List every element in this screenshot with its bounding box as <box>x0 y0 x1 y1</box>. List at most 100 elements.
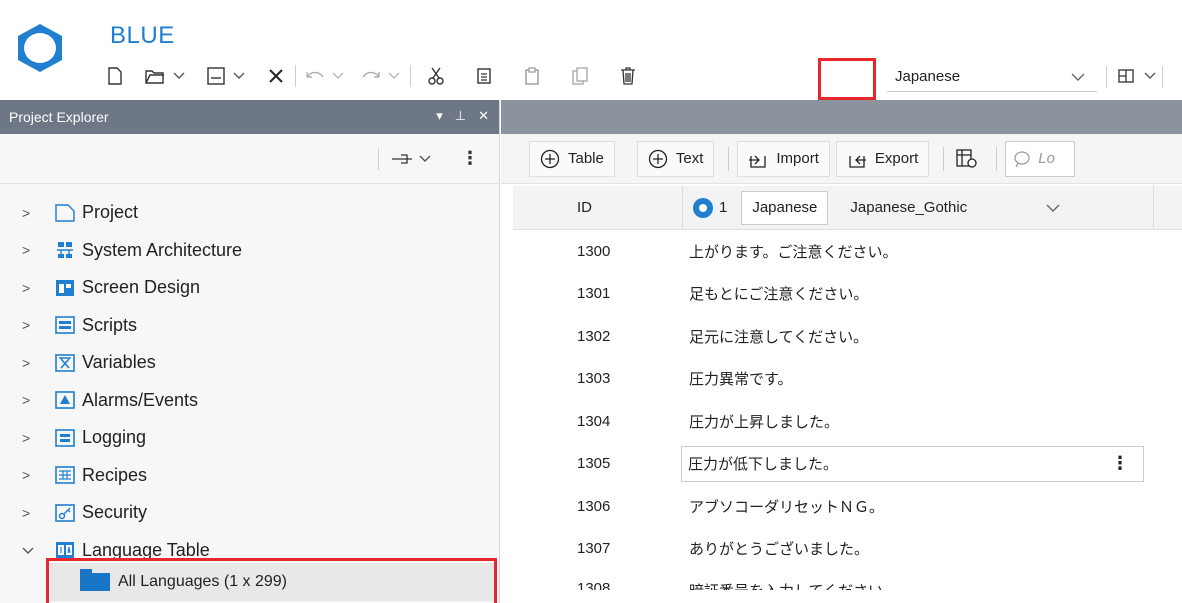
table-row[interactable]: 1303 圧力異常です。 <box>513 358 1182 401</box>
cut-icon[interactable] <box>425 62 447 90</box>
duplicate-icon[interactable] <box>569 62 591 90</box>
table-settings-button[interactable] <box>952 141 982 177</box>
open-icon[interactable] <box>143 62 167 90</box>
chevron-right-icon[interactable]: > <box>22 430 42 446</box>
row-text[interactable]: 暗証番号を入力してください <box>683 580 883 590</box>
new-file-icon[interactable] <box>105 62 125 90</box>
default-language-radio[interactable] <box>693 197 713 218</box>
table-row[interactable]: 1308 暗証番号を入力してください <box>513 570 1182 590</box>
row-id: 1308 <box>577 580 611 590</box>
chevron-right-icon[interactable]: > <box>22 505 42 521</box>
tree-item-recipes[interactable]: > Recipes <box>0 457 499 495</box>
tree-item-alarms-events[interactable]: > Alarms/Events <box>0 382 499 420</box>
tree-item-label: System Architecture <box>82 239 243 260</box>
security-icon <box>54 502 76 524</box>
tree-item-scripts[interactable]: > Scripts <box>0 307 499 345</box>
toolbar-divider <box>295 65 296 87</box>
column-language-field[interactable]: Japanese <box>741 190 829 225</box>
add-table-label: Table <box>568 150 604 167</box>
add-table-button[interactable]: Table <box>529 140 615 177</box>
more-options-icon[interactable]: ⋮ <box>1111 453 1129 474</box>
toolbar-divider <box>1106 66 1107 88</box>
main-toolbar <box>105 60 639 92</box>
row-id: 1305 <box>577 455 611 473</box>
row-text[interactable]: ありがとうございました。 <box>683 538 869 559</box>
layout-icon[interactable] <box>1116 62 1136 90</box>
tree-item-security[interactable]: > Security <box>0 494 499 532</box>
close-pane-icon[interactable]: ✕ <box>478 108 489 124</box>
chevron-right-icon[interactable]: > <box>22 280 42 296</box>
project-icon <box>54 202 76 224</box>
more-options-icon[interactable]: ⋮ <box>461 148 479 169</box>
table-row[interactable]: 1301 足もとにご注意ください。 <box>513 273 1182 316</box>
id-column-header[interactable]: ID <box>513 186 683 229</box>
add-text-button[interactable]: Text <box>636 140 715 177</box>
search-icon <box>1014 150 1030 167</box>
paste-icon[interactable] <box>521 62 543 90</box>
collapse-options-button[interactable] <box>391 153 431 164</box>
tree-item-system-architecture[interactable]: > System Architecture <box>0 232 499 270</box>
save-icon[interactable] <box>205 62 227 90</box>
row-text[interactable]: 足もとにご注意ください。 <box>683 283 868 304</box>
tree-item-label: Recipes <box>82 464 148 485</box>
chevron-down-icon[interactable] <box>171 62 187 90</box>
project-tree: > Project > System Architecture > Screen… <box>0 184 499 569</box>
table-row[interactable]: 1300 上がります。ご注意ください。 <box>513 230 1182 273</box>
recipes-icon <box>54 464 76 486</box>
delete-highlight <box>818 58 876 100</box>
grid-header: ID 1 Japanese Japanese_Gothic <box>513 186 1182 230</box>
row-text[interactable]: 上がります。ご注意ください。 <box>683 241 898 262</box>
tree-item-variables[interactable]: > Variables <box>0 344 499 382</box>
font-select[interactable]: Japanese_Gothic <box>850 199 1120 216</box>
table-row[interactable]: 1304 圧力が上昇しました。 <box>513 400 1182 443</box>
import-icon <box>749 155 767 168</box>
table-row[interactable]: 1305 圧力が低下しました。 ⋮ <box>513 443 1182 486</box>
row-text[interactable]: 圧力異常です。 <box>683 368 793 389</box>
chevron-down-icon[interactable] <box>330 62 346 90</box>
row-text[interactable]: 圧力が低下しました。 <box>688 453 838 474</box>
row-text-editor[interactable]: 圧力が低下しました。 ⋮ <box>681 445 1144 482</box>
language-select-value: Japanese <box>895 68 961 85</box>
chevron-right-icon[interactable]: > <box>22 317 42 333</box>
tree-item-screen-design[interactable]: > Screen Design <box>0 269 499 307</box>
delete-icon[interactable] <box>617 62 639 90</box>
table-row[interactable]: 1302 足元に注意してください。 <box>513 315 1182 358</box>
chevron-right-icon[interactable]: > <box>22 242 42 258</box>
row-text[interactable]: アブソコーダリセットＮＧ。 <box>683 496 884 517</box>
chevron-right-icon[interactable]: > <box>22 467 42 483</box>
language-select[interactable]: Japanese <box>887 62 1097 92</box>
pane-title: Project Explorer <box>9 109 109 125</box>
tree-item-logging[interactable]: > Logging <box>0 419 499 457</box>
language-column-header: 1 Japanese Japanese_Gothic <box>683 186 1120 229</box>
chevron-down-icon[interactable] <box>386 62 402 90</box>
search-input[interactable]: Lo <box>1005 140 1076 177</box>
toolbar-divider <box>1162 66 1163 88</box>
redo-icon[interactable] <box>360 62 382 90</box>
chevron-right-icon[interactable]: > <box>22 355 42 371</box>
table-row[interactable]: 1306 アブソコーダリセットＮＧ。 <box>513 485 1182 528</box>
undo-icon[interactable] <box>304 62 326 90</box>
row-text[interactable]: 圧力が上昇しました。 <box>683 411 839 432</box>
close-icon[interactable] <box>265 62 287 90</box>
editor-toolbar: Table Text Import Export Lo <box>501 134 1182 184</box>
toolbar-divider <box>410 65 411 87</box>
import-button[interactable]: Import <box>737 140 830 177</box>
chevron-down-icon[interactable] <box>22 542 42 558</box>
copy-icon[interactable] <box>473 62 495 90</box>
editor-tab-strip <box>501 100 1182 134</box>
app-title: BLUE <box>110 22 175 49</box>
chevron-down-icon[interactable] <box>1142 62 1158 90</box>
pin-icon[interactable]: ⊥ <box>455 108 466 124</box>
architecture-icon <box>54 239 76 261</box>
table-row[interactable]: 1307 ありがとうございました。 <box>513 528 1182 571</box>
export-button[interactable]: Export <box>835 140 930 177</box>
tree-item-project[interactable]: > Project <box>0 194 499 232</box>
chevron-right-icon[interactable]: > <box>22 392 42 408</box>
row-text[interactable]: 足元に注意してください。 <box>683 326 868 347</box>
language-table-editor: Table Text Import Export Lo ID 1 Japanes… <box>501 100 1182 603</box>
pane-menu-icon[interactable]: ▾ <box>436 108 443 124</box>
chevron-down-icon[interactable] <box>231 62 247 90</box>
chevron-right-icon[interactable]: > <box>22 205 42 221</box>
variables-icon <box>54 352 76 374</box>
tree-item-label: Variables <box>82 352 156 373</box>
